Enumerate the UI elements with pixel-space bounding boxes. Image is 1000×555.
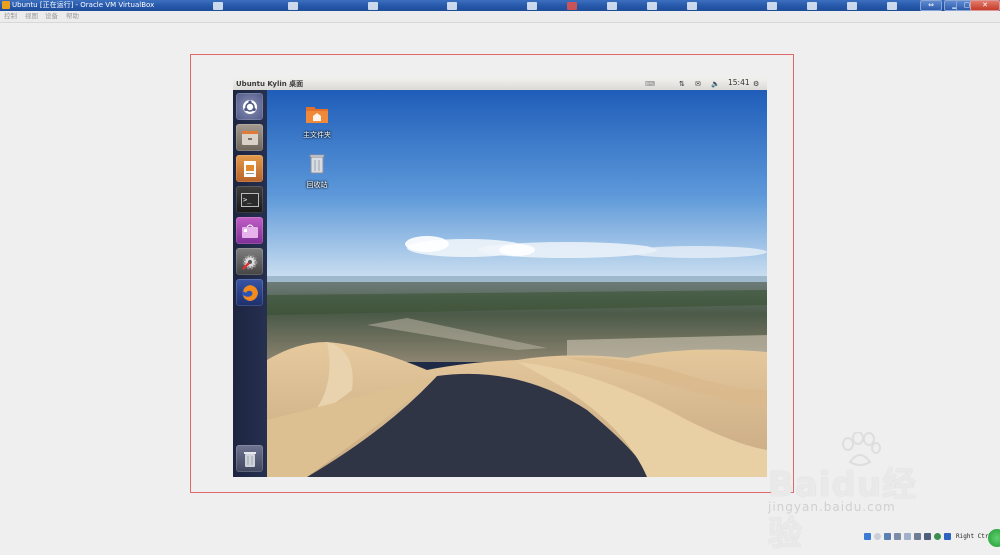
watermark-url: jingyan.baidu.com bbox=[768, 500, 896, 514]
background-window-icon bbox=[607, 2, 617, 10]
panel-title: Ubuntu Kylin 桌面 bbox=[236, 80, 304, 88]
background-window-icon bbox=[807, 2, 817, 10]
background-window-icon bbox=[567, 2, 577, 10]
network-icon[interactable]: ⇅ bbox=[679, 80, 685, 88]
baidu-jingyan-watermark: Baidu经验 jingyan.baidu.com bbox=[766, 432, 946, 554]
files-launcher-button[interactable] bbox=[236, 124, 263, 151]
window-title: Ubuntu [正在运行] - Oracle VM VirtualBox bbox=[12, 1, 155, 9]
trash-icon bbox=[309, 154, 325, 174]
firefox-launcher-button[interactable] bbox=[236, 279, 263, 306]
volume-icon[interactable]: 🔈 bbox=[711, 80, 720, 88]
clock[interactable]: 15:41 bbox=[728, 79, 750, 87]
keyboard-icon[interactable]: ⌨ bbox=[645, 80, 655, 88]
background-window-icon bbox=[767, 2, 777, 10]
firefox-icon bbox=[241, 284, 258, 301]
background-window-icon bbox=[887, 2, 897, 10]
guest-screen[interactable]: Ubuntu Kylin 桌面 ⌨ ⇅ ✉ 🔈 15:41 ⚙ >_ 主文件夹 … bbox=[233, 78, 767, 477]
unity-launcher: >_ bbox=[233, 90, 268, 477]
svg-text:>_: >_ bbox=[243, 196, 252, 204]
trash-launcher-button[interactable] bbox=[236, 445, 263, 472]
virtualbox-app-icon bbox=[2, 1, 10, 9]
refresh-badge-icon bbox=[988, 529, 1000, 547]
ubuntu-logo-icon bbox=[242, 99, 257, 114]
dash-home-button[interactable] bbox=[236, 93, 263, 120]
background-window-icon bbox=[847, 2, 857, 10]
presentation-document-icon bbox=[243, 160, 256, 177]
host-title-bar: Ubuntu [正在运行] - Oracle VM VirtualBox ⇔ ▁… bbox=[0, 0, 1000, 11]
desktop-icon-label: 回收站 bbox=[306, 181, 328, 189]
background-window-icon bbox=[447, 2, 457, 10]
background-window-icon bbox=[368, 2, 378, 10]
power-icon[interactable]: ⚙ bbox=[753, 80, 759, 88]
desert-dunes-wallpaper bbox=[267, 90, 767, 477]
file-cabinet-icon bbox=[241, 130, 258, 145]
menu-devices[interactable]: 设备 bbox=[45, 11, 58, 22]
menu-help[interactable]: 帮助 bbox=[66, 11, 79, 22]
background-window-icon bbox=[647, 2, 657, 10]
settings-gear-icon bbox=[241, 254, 257, 270]
desktop-icon-label: 主文件夹 bbox=[303, 131, 331, 139]
menu-control[interactable]: 控制 bbox=[4, 11, 17, 22]
system-settings-launcher-button[interactable] bbox=[236, 248, 263, 275]
shopping-bag-icon bbox=[241, 224, 258, 238]
menu-view[interactable]: 视图 bbox=[25, 11, 38, 22]
impress-launcher-button[interactable] bbox=[236, 155, 263, 182]
host-menu-bar: 控制 视图 设备 帮助 bbox=[0, 11, 1000, 23]
restore-button[interactable]: ⇔ bbox=[920, 0, 942, 11]
desktop-icon-home-folder[interactable]: 主文件夹 bbox=[287, 104, 347, 140]
terminal-launcher-button[interactable]: >_ bbox=[236, 186, 263, 213]
software-center-launcher-button[interactable] bbox=[236, 217, 263, 244]
desktop-icon-trash[interactable]: 回收站 bbox=[287, 152, 347, 190]
close-button[interactable]: ✕ bbox=[970, 0, 1000, 11]
desktop-wallpaper[interactable]: 主文件夹 回收站 bbox=[267, 90, 767, 477]
background-window-icon bbox=[213, 2, 223, 10]
terminal-icon: >_ bbox=[240, 192, 259, 207]
background-window-icon bbox=[527, 2, 537, 10]
background-window-icon bbox=[687, 2, 697, 10]
host-key-label: Right Ctrl bbox=[956, 533, 993, 540]
mail-icon[interactable]: ✉ bbox=[695, 80, 701, 88]
folder-icon bbox=[306, 107, 328, 123]
trash-bin-icon bbox=[243, 451, 256, 467]
background-window-icon bbox=[288, 2, 298, 10]
